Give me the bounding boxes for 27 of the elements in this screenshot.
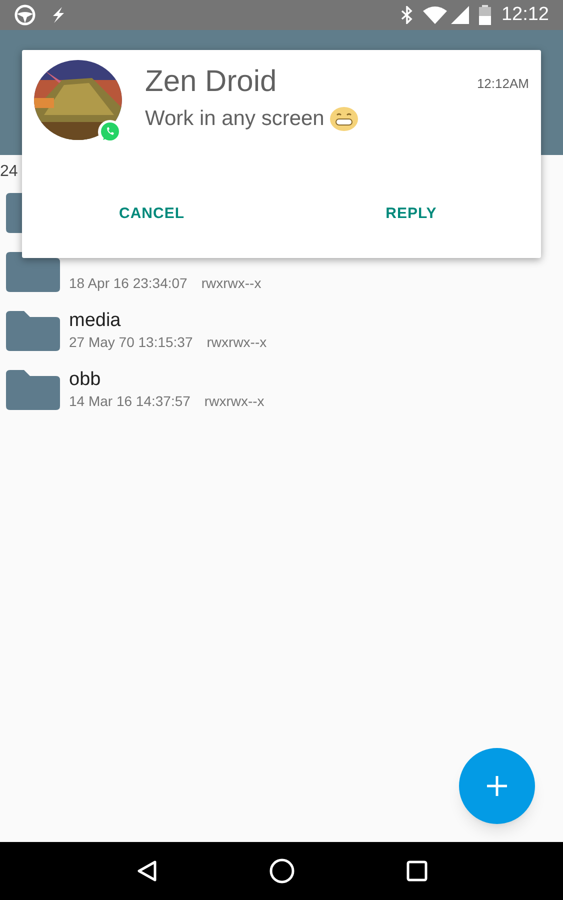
action-button[interactable]: CANCEL [22,194,282,234]
file-permissions: rwxrwx--x [204,392,264,410]
plus-icon [486,775,508,797]
item-count: 24 [0,163,19,181]
status-time: 12:12 [501,2,549,27]
folder-icon [6,310,60,350]
file-name: obb [69,368,102,390]
notification-title: Zen Droid [145,64,278,100]
overview-icon[interactable] [406,860,428,882]
file-permissions: rwxrwx--x [206,332,267,352]
steering-wheel-icon [14,4,36,26]
back-icon[interactable] [136,860,158,882]
bluetooth-icon [401,6,414,24]
file-name: media [69,310,122,332]
notification-message: Work in any screen [145,106,324,132]
signal-icon [451,6,470,24]
battery-icon [479,5,492,25]
home-icon[interactable] [268,858,294,884]
action-button[interactable]: REPLY [282,194,541,234]
file-permissions: rwxrwx--x [201,274,262,292]
file-date: 18 Apr 16 23:34:07 [69,274,188,292]
notification-time: 12:12AM [476,75,529,93]
file-date: 14 Mar 16 14:37:57 [69,392,190,410]
file-date: 27 May 70 13:15:37 [69,332,193,352]
folder-icon [6,370,60,410]
grinning-face-icon [330,107,358,131]
wifi-icon [423,6,448,24]
